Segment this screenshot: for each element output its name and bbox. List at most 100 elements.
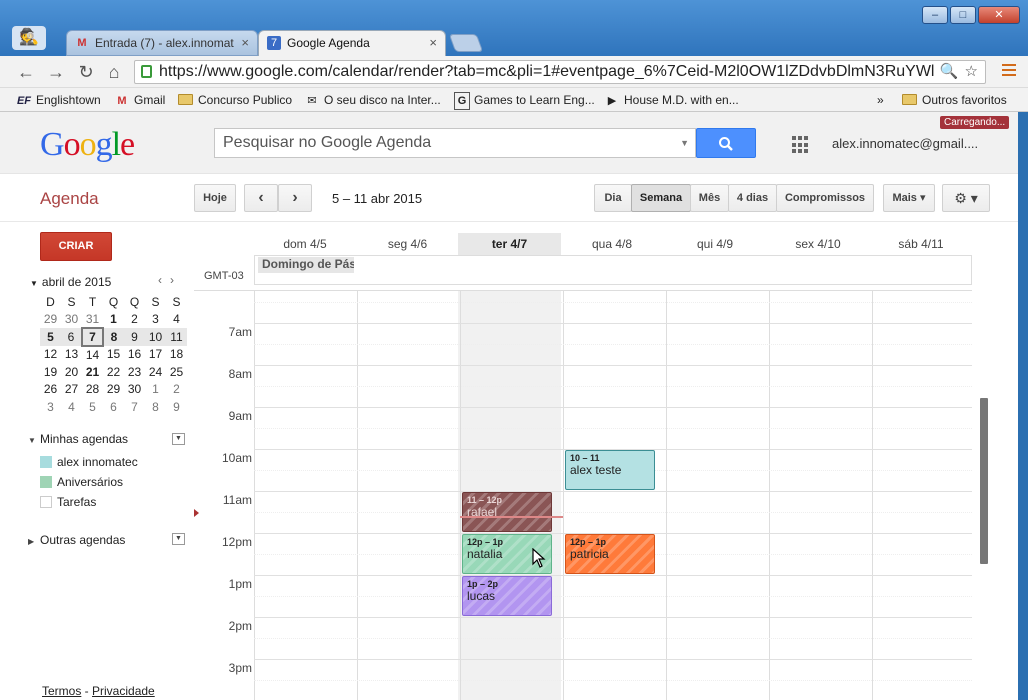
calendar-event[interactable]: 12p – 1p patricia	[565, 534, 655, 574]
mini-day[interactable]: 6	[61, 328, 82, 346]
more-button[interactable]: Mais ▾	[883, 184, 935, 212]
mini-calendar-month[interactable]: ▼ abril de 2015	[30, 275, 111, 289]
my-calendars-menu-button[interactable]: ▼	[172, 433, 185, 445]
day-header[interactable]: sáb 4/11	[870, 233, 972, 255]
week-grid[interactable]: 7am 8am 9am 10am 11am 12pm 1pm 2pm 3pm 10 – 11 ale…	[194, 290, 972, 700]
tab-agenda[interactable]: 7 Google Agenda ×	[258, 30, 446, 56]
bookmarks-overflow-button[interactable]: »	[877, 92, 884, 108]
home-button[interactable]: ⌂	[102, 61, 126, 83]
mini-day[interactable]: 28	[82, 381, 103, 399]
day-header-today[interactable]: ter 4/7	[458, 233, 561, 255]
mini-day[interactable]: 8	[145, 398, 166, 416]
day-header[interactable]: dom 4/5	[254, 233, 356, 255]
calendar-item-tasks[interactable]: Tarefas	[40, 495, 96, 509]
mini-day[interactable]: 4	[166, 311, 187, 329]
mini-day[interactable]: 8	[103, 328, 124, 346]
bookmark-gmail[interactable]: M Gmail	[114, 92, 165, 109]
mini-calendar-nav[interactable]: ‹›	[158, 273, 182, 287]
dropdown-arrow-icon[interactable]: ▼	[680, 129, 689, 157]
mini-day[interactable]: 27	[61, 381, 82, 399]
mini-day[interactable]: 25	[166, 363, 187, 381]
bookmark-house[interactable]: ▶ House M.D. with en...	[604, 92, 739, 109]
mini-day[interactable]: 29	[103, 381, 124, 399]
mini-day[interactable]: 10	[145, 328, 166, 346]
mini-day[interactable]: 31	[82, 311, 103, 329]
settings-button[interactable]: ⚙ ▾	[942, 184, 990, 212]
privacy-link[interactable]: Privacidade	[92, 684, 155, 698]
mini-day[interactable]: 12	[40, 346, 61, 364]
mini-day[interactable]: 21	[82, 363, 103, 381]
google-logo[interactable]: Google	[40, 126, 135, 164]
view-month-button[interactable]: Mês	[690, 184, 729, 212]
next-week-button[interactable]: ›	[278, 184, 312, 212]
other-calendars-toggle[interactable]: ▶ Outras agendas	[28, 533, 125, 547]
allday-row[interactable]	[254, 255, 972, 285]
calendar-event[interactable]: 10 – 11 alex teste	[565, 450, 655, 490]
close-icon[interactable]: ×	[241, 31, 249, 55]
mini-day[interactable]: 13	[61, 346, 82, 364]
other-calendars-menu-button[interactable]: ▼	[172, 533, 185, 545]
mini-day[interactable]: 4	[61, 398, 82, 416]
search-button[interactable]	[696, 128, 756, 158]
page-scrollbar[interactable]	[1018, 112, 1028, 700]
mini-day[interactable]: 16	[124, 346, 145, 364]
allday-event[interactable]: Domingo de Páscoa	[258, 257, 354, 273]
mini-day[interactable]: 26	[40, 381, 61, 399]
day-header[interactable]: sex 4/10	[767, 233, 869, 255]
day-header[interactable]: qui 4/9	[664, 233, 766, 255]
close-icon[interactable]: ×	[429, 31, 437, 55]
calendar-event[interactable]: 11 – 12p rafael	[462, 492, 552, 532]
mini-day[interactable]: 9	[124, 328, 145, 346]
mini-day[interactable]: 5	[82, 398, 103, 416]
view-agenda-button[interactable]: Compromissos	[776, 184, 874, 212]
today-button[interactable]: Hoje	[194, 184, 236, 212]
view-day-button[interactable]: Dia	[594, 184, 632, 212]
bookmark-concurso[interactable]: Concurso Publico	[178, 92, 292, 108]
mini-day[interactable]: 2	[166, 381, 187, 399]
mini-day[interactable]: 30	[61, 311, 82, 329]
mini-day[interactable]: 19	[40, 363, 61, 381]
bookmark-games[interactable]: G Games to Learn Eng...	[454, 92, 595, 110]
other-bookmarks[interactable]: Outros favoritos	[902, 92, 1007, 108]
apps-grid-icon[interactable]	[792, 136, 810, 154]
mini-day[interactable]: 14	[82, 346, 103, 364]
back-button[interactable]: ←	[14, 61, 38, 83]
minimize-button[interactable]: –	[922, 6, 948, 24]
terms-link[interactable]: Termos	[42, 684, 81, 698]
mini-day[interactable]: 30	[124, 381, 145, 399]
close-window-button[interactable]: ✕	[978, 6, 1020, 24]
account-name[interactable]: alex.innomatec@gmail....	[832, 136, 978, 151]
star-icon[interactable]: ☆	[965, 62, 978, 80]
mini-day[interactable]: 9	[166, 398, 187, 416]
calendar-event[interactable]: 1p – 2p lucas	[462, 576, 552, 616]
bookmark-disco[interactable]: ✉ O seu disco na Inter...	[304, 92, 440, 109]
create-button[interactable]: CRIAR	[40, 232, 112, 261]
mini-day[interactable]: 18	[166, 346, 187, 364]
day-header[interactable]: qua 4/8	[561, 233, 663, 255]
forward-button[interactable]: →	[44, 61, 68, 83]
mini-day-today[interactable]: 7	[81, 327, 104, 347]
new-tab-button[interactable]	[448, 34, 484, 52]
mini-day[interactable]: 29	[40, 311, 61, 329]
mini-day[interactable]: 1	[103, 311, 124, 329]
mini-day[interactable]: 22	[103, 363, 124, 381]
calendar-item-alex[interactable]: alex innomatec	[40, 455, 138, 469]
grid-scrollbar[interactable]	[980, 398, 988, 564]
chevron-left-icon[interactable]: ‹	[158, 273, 170, 287]
mini-day[interactable]: 7	[124, 398, 145, 416]
maximize-button[interactable]: □	[950, 6, 976, 24]
mini-day[interactable]: 2	[124, 311, 145, 329]
zoom-icon[interactable]: 🔍	[940, 62, 959, 80]
calendar-item-birthdays[interactable]: Aniversários	[40, 475, 123, 489]
mini-day[interactable]: 3	[145, 311, 166, 329]
reload-button[interactable]: ↻	[74, 61, 98, 83]
bookmark-englishtown[interactable]: EF Englishtown	[16, 92, 101, 109]
mini-day[interactable]: 23	[124, 363, 145, 381]
mini-day[interactable]: 6	[103, 398, 124, 416]
day-header[interactable]: seg 4/6	[357, 233, 458, 255]
address-bar[interactable]: https://www.google.com/calendar/render?t…	[134, 60, 986, 84]
chevron-right-icon[interactable]: ›	[170, 273, 182, 287]
my-calendars-toggle[interactable]: ▼ Minhas agendas	[28, 432, 128, 446]
view-4days-button[interactable]: 4 dias	[728, 184, 777, 212]
prev-week-button[interactable]: ‹	[244, 184, 278, 212]
